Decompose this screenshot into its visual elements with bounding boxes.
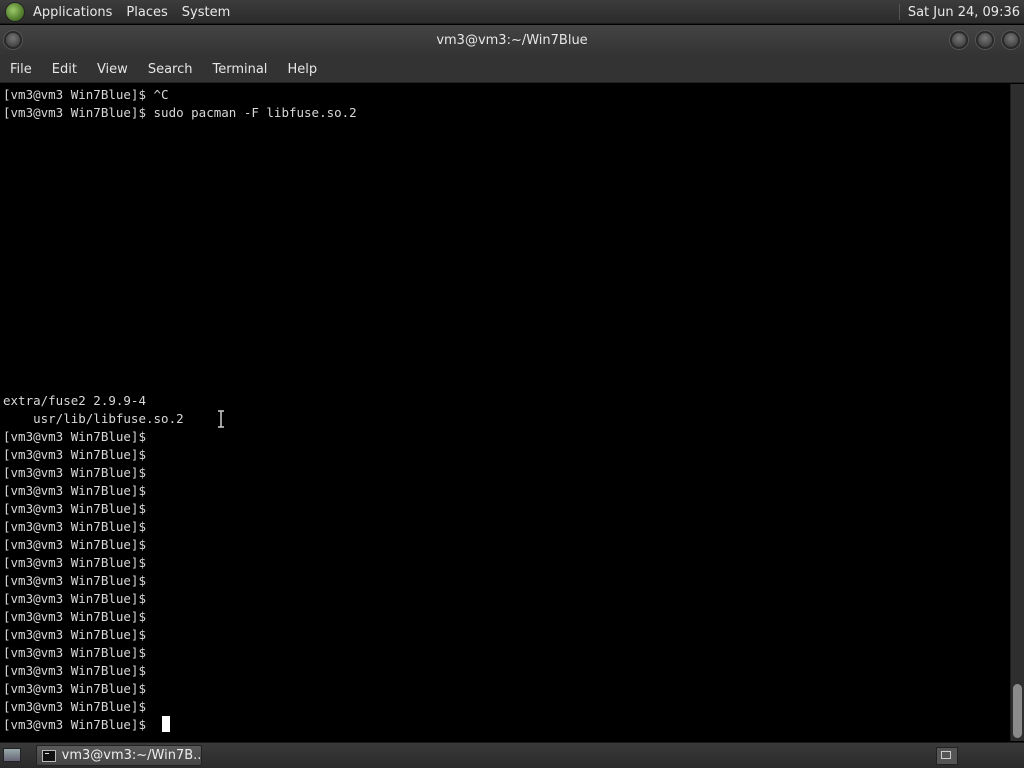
- terminal-line: [vm3@vm3 Win7Blue]$: [3, 483, 146, 498]
- terminal-line: [vm3@vm3 Win7Blue]$: [3, 591, 146, 606]
- minimize-button[interactable]: [950, 31, 968, 49]
- scrollbar-thumb[interactable]: [1013, 684, 1022, 738]
- maximize-button[interactable]: [976, 31, 994, 49]
- bottom-panel: vm3@vm3:~/Win7B...: [0, 742, 1024, 768]
- top-panel: Applications Places System Sat Jun 24, 0…: [0, 0, 1024, 24]
- system-menu[interactable]: System: [182, 5, 230, 20]
- show-desktop-icon[interactable]: [3, 748, 21, 762]
- terminal-line: usr/lib/libfuse.so.2: [3, 411, 184, 426]
- menu-terminal[interactable]: Terminal: [202, 62, 277, 77]
- terminal-scrollbar[interactable]: [1010, 84, 1024, 741]
- places-menu[interactable]: Places: [126, 5, 167, 20]
- clock[interactable]: Sat Jun 24, 09:36: [908, 5, 1020, 20]
- terminal-line: [vm3@vm3 Win7Blue]$: [3, 627, 146, 642]
- terminal-line: [vm3@vm3 Win7Blue]$: [3, 645, 146, 660]
- terminal-line: [vm3@vm3 Win7Blue]$: [3, 681, 146, 696]
- taskbar-window-label: vm3@vm3:~/Win7B...: [61, 748, 201, 763]
- terminal-line: [vm3@vm3 Win7Blue]$: [3, 465, 146, 480]
- terminal-line: [vm3@vm3 Win7Blue]$: [3, 537, 146, 552]
- menubar: File Edit View Search Terminal Help: [0, 56, 1024, 83]
- terminal-line: [vm3@vm3 Win7Blue]$: [3, 429, 146, 444]
- terminal-line: [vm3@vm3 Win7Blue]$ sudo pacman -F libfu…: [3, 105, 357, 120]
- ibeam-pointer-icon: [218, 410, 224, 428]
- menu-file[interactable]: File: [0, 62, 42, 77]
- menu-search[interactable]: Search: [138, 62, 203, 77]
- terminal-prompt-line: [vm3@vm3 Win7Blue]$: [3, 717, 154, 732]
- close-button[interactable]: [1002, 31, 1020, 49]
- terminal-line: [vm3@vm3 Win7Blue]$: [3, 573, 146, 588]
- workspace-switcher-icon[interactable]: [936, 747, 958, 765]
- terminal-line: [vm3@vm3 Win7Blue]$: [3, 555, 146, 570]
- taskbar-window-button[interactable]: vm3@vm3:~/Win7B...: [36, 745, 202, 766]
- terminal-line: [vm3@vm3 Win7Blue]$: [3, 663, 146, 678]
- menu-view[interactable]: View: [87, 62, 138, 77]
- window-title: vm3@vm3:~/Win7Blue: [436, 33, 588, 48]
- panel-separator: [898, 4, 900, 20]
- distro-logo-icon[interactable]: [6, 3, 24, 21]
- terminal-line: [vm3@vm3 Win7Blue]$: [3, 447, 146, 462]
- top-panel-menu: Applications Places System: [6, 0, 244, 24]
- terminal-line: [vm3@vm3 Win7Blue]$: [3, 609, 146, 624]
- applications-menu[interactable]: Applications: [33, 5, 112, 20]
- terminal-line: [vm3@vm3 Win7Blue]$ ^C: [3, 87, 169, 102]
- terminal-line: [vm3@vm3 Win7Blue]$: [3, 519, 146, 534]
- terminal-line: [vm3@vm3 Win7Blue]$: [3, 699, 146, 714]
- terminal-line: [vm3@vm3 Win7Blue]$: [3, 501, 146, 516]
- menu-help[interactable]: Help: [277, 62, 327, 77]
- terminal-icon: [42, 749, 56, 762]
- terminal-output[interactable]: [vm3@vm3 Win7Blue]$ ^C [vm3@vm3 Win7Blue…: [0, 84, 1010, 741]
- clock-area: Sat Jun 24, 09:36: [898, 0, 1020, 24]
- window-titlebar[interactable]: vm3@vm3:~/Win7Blue: [0, 25, 1024, 56]
- text-cursor: [162, 716, 170, 732]
- menu-edit[interactable]: Edit: [42, 62, 87, 77]
- terminal-line: extra/fuse2 2.9.9-4: [3, 393, 146, 408]
